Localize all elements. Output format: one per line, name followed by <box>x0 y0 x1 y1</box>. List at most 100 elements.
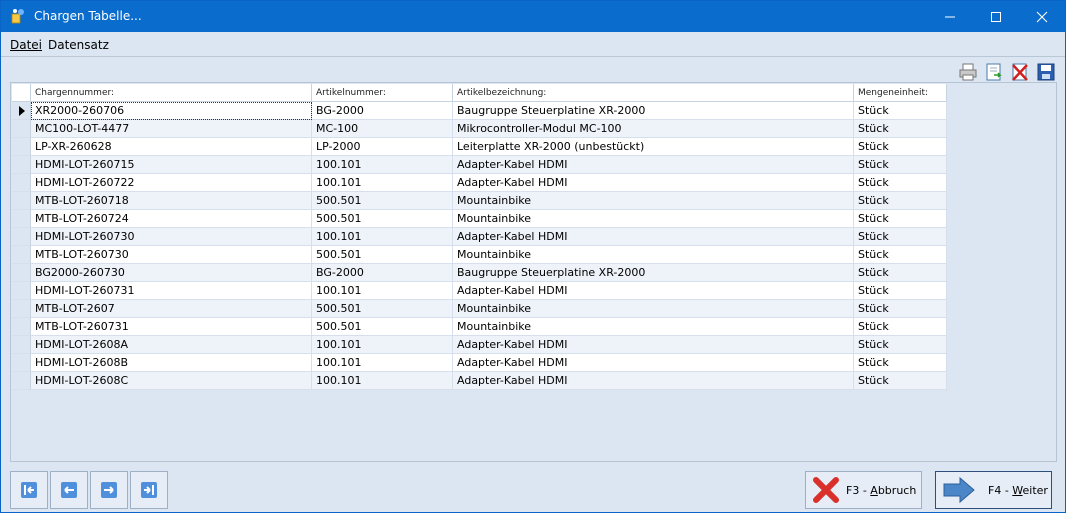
row-selector[interactable] <box>12 192 31 210</box>
table-row[interactable]: MTB-LOT-260731 500.501 Mountainbike Stück <box>11 318 947 336</box>
table-cell[interactable]: Adapter-Kabel HDMI <box>453 228 854 246</box>
table-cell[interactable]: MTB-LOT-260724 <box>31 210 312 228</box>
table-cell[interactable]: Stück <box>854 228 947 246</box>
table-cell[interactable]: Adapter-Kabel HDMI <box>453 354 854 372</box>
row-selector[interactable] <box>12 138 31 156</box>
table-cell[interactable]: MTB-LOT-260718 <box>31 192 312 210</box>
table-cell[interactable]: Adapter-Kabel HDMI <box>453 336 854 354</box>
table-cell[interactable]: HDMI-LOT-260722 <box>31 174 312 192</box>
minimize-button[interactable] <box>927 1 973 32</box>
table-cell[interactable]: Mountainbike <box>453 318 854 336</box>
table-cell[interactable]: XR2000-260706 <box>31 102 312 120</box>
table-cell[interactable]: MTB-LOT-260730 <box>31 246 312 264</box>
table-cell[interactable]: Stück <box>854 192 947 210</box>
table-cell[interactable]: LP-2000 <box>312 138 453 156</box>
table-row[interactable]: MC100-LOT-4477 MC-100 Mikrocontroller-Modu… <box>11 120 947 138</box>
printer-icon[interactable] <box>958 62 978 82</box>
row-selector[interactable] <box>12 174 31 192</box>
table-cell[interactable]: 100.101 <box>312 228 453 246</box>
row-selector[interactable] <box>12 246 31 264</box>
table-cell[interactable]: 100.101 <box>312 282 453 300</box>
table-cell[interactable]: 100.101 <box>312 174 453 192</box>
table-cell[interactable]: 500.501 <box>312 318 453 336</box>
table-cell[interactable]: 500.501 <box>312 300 453 318</box>
table-cell[interactable]: Stück <box>854 210 947 228</box>
table-cell[interactable]: Adapter-Kabel HDMI <box>453 372 854 390</box>
table-cell[interactable]: 100.101 <box>312 372 453 390</box>
row-selector[interactable] <box>12 282 31 300</box>
column-header[interactable]: Mengeneinheit: <box>854 84 947 102</box>
row-selector[interactable] <box>12 300 31 318</box>
table-cell[interactable]: Leiterplatte XR-2000 (unbestückt) <box>453 138 854 156</box>
table-cell[interactable]: 500.501 <box>312 210 453 228</box>
table-row[interactable]: MTB-LOT-260718 500.501 Mountainbike Stück <box>11 192 947 210</box>
table-row[interactable]: HDMI-LOT-260730 100.101 Adapter-Kabel HDMI… <box>11 228 947 246</box>
row-selector[interactable] <box>12 264 31 282</box>
row-selector[interactable] <box>12 336 31 354</box>
table-cell[interactable]: MTB-LOT-260731 <box>31 318 312 336</box>
table-cell[interactable]: Stück <box>854 102 947 120</box>
row-selector[interactable] <box>12 210 31 228</box>
table-cell[interactable]: HDMI-LOT-2608B <box>31 354 312 372</box>
table-cell[interactable]: Stück <box>854 174 947 192</box>
table-cell[interactable]: HDMI-LOT-260731 <box>31 282 312 300</box>
menu-datei[interactable]: Datei <box>10 38 42 52</box>
row-selector[interactable] <box>12 102 31 120</box>
table-row[interactable]: HDMI-LOT-2608C 100.101 Adapter-Kabel HDMI S… <box>11 372 947 390</box>
delete-icon[interactable] <box>1010 62 1030 82</box>
row-selector[interactable] <box>12 372 31 390</box>
next-record-button[interactable] <box>90 471 128 509</box>
next-button[interactable]: F4 - Weiter <box>935 471 1052 509</box>
table-cell[interactable]: Mountainbike <box>453 210 854 228</box>
table-cell[interactable]: 100.101 <box>312 354 453 372</box>
column-header[interactable]: Artikelbezeichnung: <box>453 84 854 102</box>
table-cell[interactable]: Adapter-Kabel HDMI <box>453 282 854 300</box>
save-icon[interactable] <box>1036 62 1056 82</box>
row-selector[interactable] <box>12 354 31 372</box>
table-cell[interactable]: Adapter-Kabel HDMI <box>453 156 854 174</box>
table-row[interactable]: XR2000-260706 BG-2000 Baugruppe Steuerplat… <box>11 102 947 120</box>
column-header[interactable]: Artikelnummer: <box>312 84 453 102</box>
table-cell[interactable]: Stück <box>854 354 947 372</box>
table-row[interactable]: BG2000-260730 BG-2000 Baugruppe Steuerplat… <box>11 264 947 282</box>
previous-record-button[interactable] <box>50 471 88 509</box>
table-cell[interactable]: HDMI-LOT-260715 <box>31 156 312 174</box>
table-cell[interactable]: Stück <box>854 300 947 318</box>
table-row[interactable]: HDMI-LOT-260731 100.101 Adapter-Kabel HDMI… <box>11 282 947 300</box>
table-cell[interactable]: 500.501 <box>312 192 453 210</box>
export-icon[interactable] <box>984 62 1004 82</box>
table-cell[interactable]: 100.101 <box>312 336 453 354</box>
table-cell[interactable]: MC-100 <box>312 120 453 138</box>
table-cell[interactable]: 500.501 <box>312 246 453 264</box>
table-cell[interactable]: Stück <box>854 372 947 390</box>
table-cell[interactable]: Mountainbike <box>453 192 854 210</box>
table-cell[interactable]: Baugruppe Steuerplatine XR-2000 <box>453 102 854 120</box>
table-cell[interactable]: MTB-LOT-2607 <box>31 300 312 318</box>
table-cell[interactable]: Stück <box>854 318 947 336</box>
row-selector[interactable] <box>12 318 31 336</box>
maximize-button[interactable] <box>973 1 1019 32</box>
table-cell[interactable]: Stück <box>854 156 947 174</box>
table-cell[interactable]: BG-2000 <box>312 102 453 120</box>
charge-table[interactable]: Chargennummer: Artikelnummer: Artikelbezei… <box>10 82 1057 462</box>
cancel-button[interactable]: F3 - Abbruch <box>805 471 922 509</box>
table-cell[interactable]: Baugruppe Steuerplatine XR-2000 <box>453 264 854 282</box>
table-cell[interactable]: HDMI-LOT-2608C <box>31 372 312 390</box>
row-selector[interactable] <box>12 120 31 138</box>
table-cell[interactable]: Stück <box>854 138 947 156</box>
table-cell[interactable]: HDMI-LOT-2608A <box>31 336 312 354</box>
table-row[interactable]: LP-XR-260628 LP-2000 Leiterplatte XR-2000 … <box>11 138 947 156</box>
table-row[interactable]: MTB-LOT-2607 500.501 Mountainbike Stück <box>11 300 947 318</box>
column-header[interactable]: Chargennummer: <box>31 84 312 102</box>
close-button[interactable] <box>1019 1 1065 32</box>
last-record-button[interactable] <box>130 471 168 509</box>
table-cell[interactable]: Stück <box>854 246 947 264</box>
table-cell[interactable]: MC100-LOT-4477 <box>31 120 312 138</box>
table-row[interactable]: HDMI-LOT-260715 100.101 Adapter-Kabel HDMI… <box>11 156 947 174</box>
table-cell[interactable]: Stück <box>854 120 947 138</box>
table-cell[interactable]: BG2000-260730 <box>31 264 312 282</box>
table-row[interactable]: HDMI-LOT-260722 100.101 Adapter-Kabel HDMI… <box>11 174 947 192</box>
table-cell[interactable]: Mountainbike <box>453 246 854 264</box>
table-cell[interactable]: LP-XR-260628 <box>31 138 312 156</box>
row-selector[interactable] <box>12 156 31 174</box>
